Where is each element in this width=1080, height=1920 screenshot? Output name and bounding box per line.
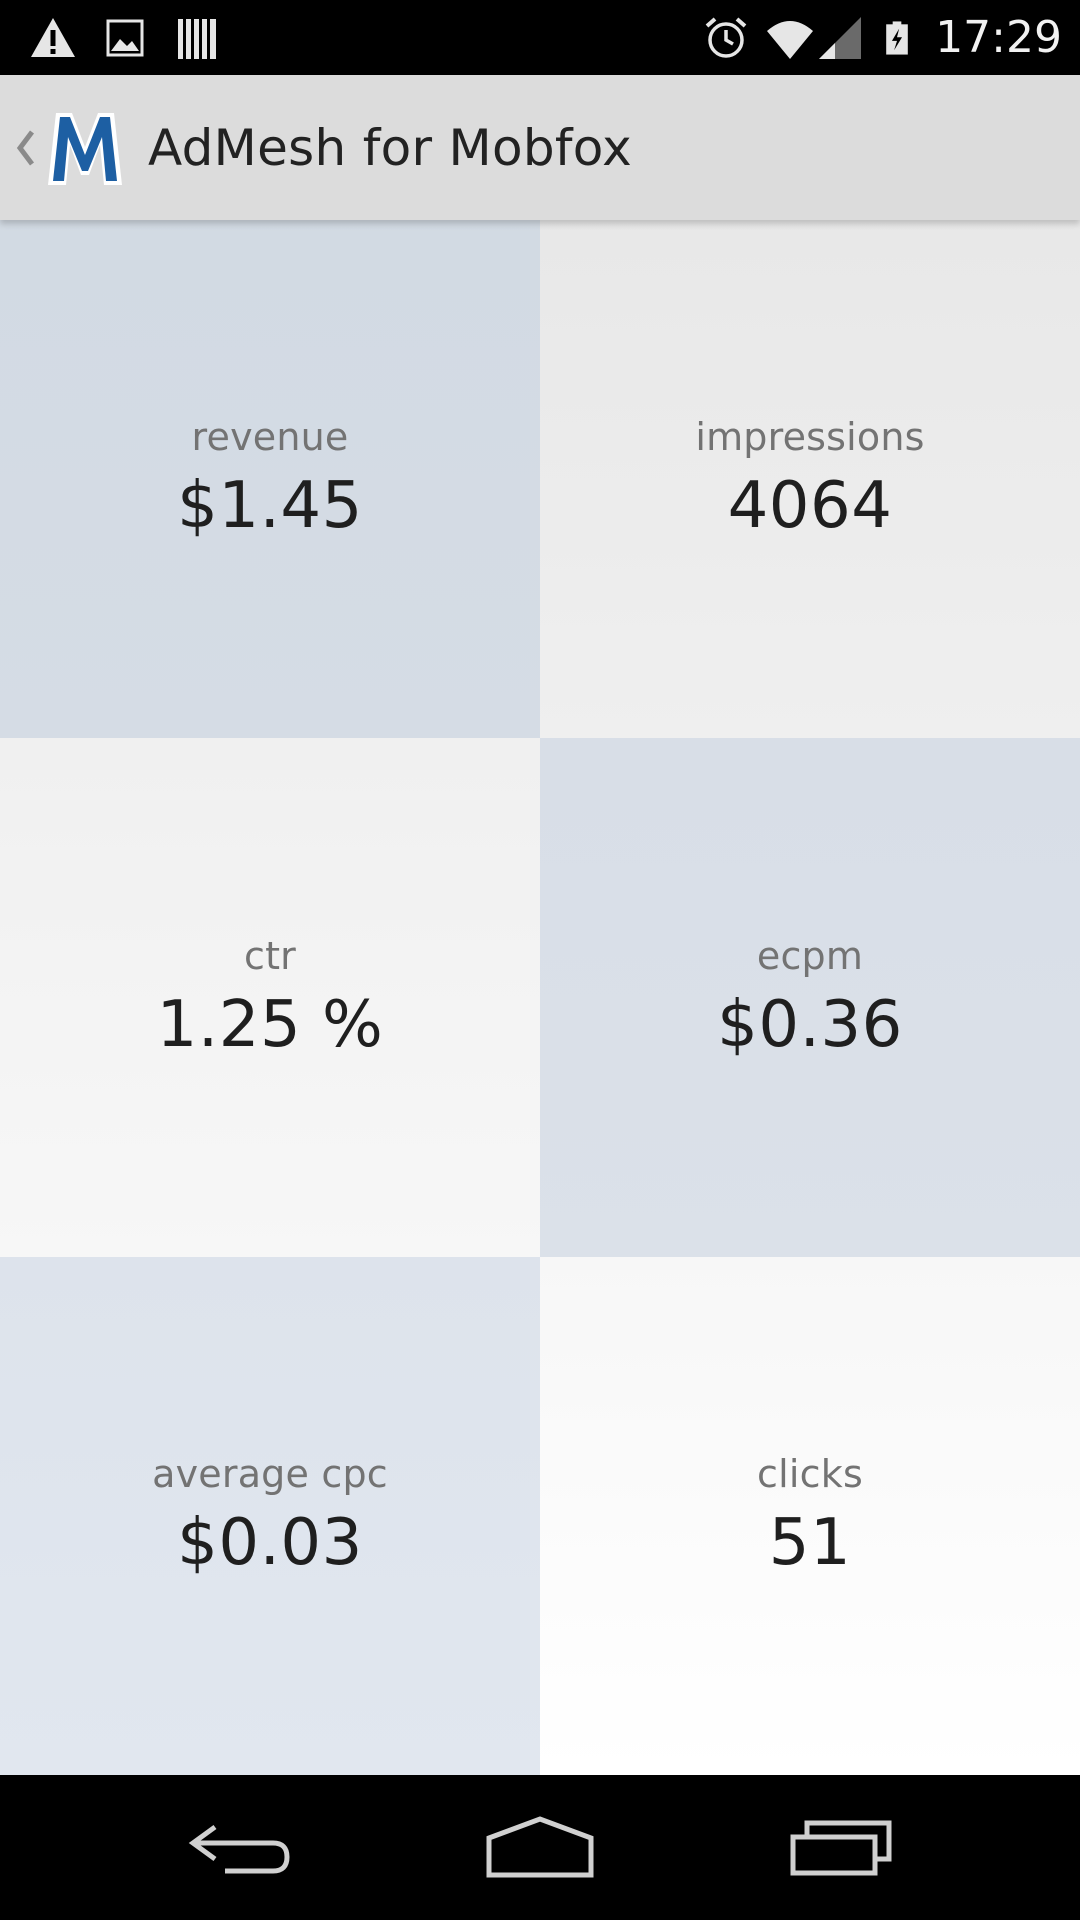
nav-back-button[interactable] bbox=[140, 1775, 340, 1920]
tile-impressions[interactable]: impressions 4064 bbox=[540, 220, 1080, 738]
tile-value: 4064 bbox=[727, 469, 893, 543]
recent-apps-icon bbox=[790, 1820, 892, 1875]
warning-icon bbox=[31, 17, 75, 57]
nav-recent-apps-button[interactable] bbox=[740, 1775, 940, 1920]
tile-label: clicks bbox=[757, 1452, 863, 1496]
app-logo-icon[interactable] bbox=[42, 105, 128, 191]
action-bar: AdMesh for Mobfox bbox=[0, 75, 1080, 220]
tile-label: ctr bbox=[243, 933, 296, 978]
tile-clicks[interactable]: clicks 51 bbox=[540, 1257, 1080, 1775]
tile-value: 1.25 % bbox=[156, 987, 384, 1062]
tile-label: average cpc bbox=[152, 1452, 388, 1496]
status-bar-notifications bbox=[28, 0, 244, 75]
navigation-bar bbox=[0, 1775, 1080, 1920]
tile-value: $0.03 bbox=[177, 1506, 363, 1580]
tile-label: revenue bbox=[191, 415, 349, 459]
cell-signal-icon bbox=[819, 16, 862, 59]
barcode-icon bbox=[178, 18, 216, 59]
image-icon bbox=[106, 19, 144, 56]
alarm-icon bbox=[705, 16, 747, 58]
tile-ctr[interactable]: ctr 1.25 % bbox=[0, 738, 540, 1257]
home-icon bbox=[486, 1815, 594, 1877]
metrics-grid: revenue $1.45 impressions 4064 ctr 1.25 … bbox=[0, 220, 1080, 1775]
status-bar: 17:29 bbox=[0, 0, 1080, 75]
battery-charging-icon bbox=[886, 20, 908, 55]
tile-revenue[interactable]: revenue $1.45 bbox=[0, 220, 540, 738]
tile-ecpm[interactable]: ecpm $0.36 bbox=[540, 738, 1080, 1257]
back-icon bbox=[188, 1824, 290, 1873]
app-title: AdMesh for Mobfox bbox=[148, 118, 633, 177]
nav-home-button[interactable] bbox=[440, 1775, 640, 1920]
tile-label: impressions bbox=[695, 415, 925, 459]
wifi-icon bbox=[767, 20, 814, 59]
tile-label: ecpm bbox=[756, 933, 864, 978]
tile-average-cpc[interactable]: average cpc $0.03 bbox=[0, 1257, 540, 1775]
tile-value: $0.36 bbox=[717, 987, 903, 1062]
up-caret-icon[interactable] bbox=[12, 118, 38, 178]
tile-value: 51 bbox=[768, 1506, 852, 1580]
tile-value: $1.45 bbox=[177, 469, 363, 543]
status-bar-system: 17:29 bbox=[701, 0, 1062, 75]
status-time: 17:29 bbox=[935, 12, 1062, 63]
